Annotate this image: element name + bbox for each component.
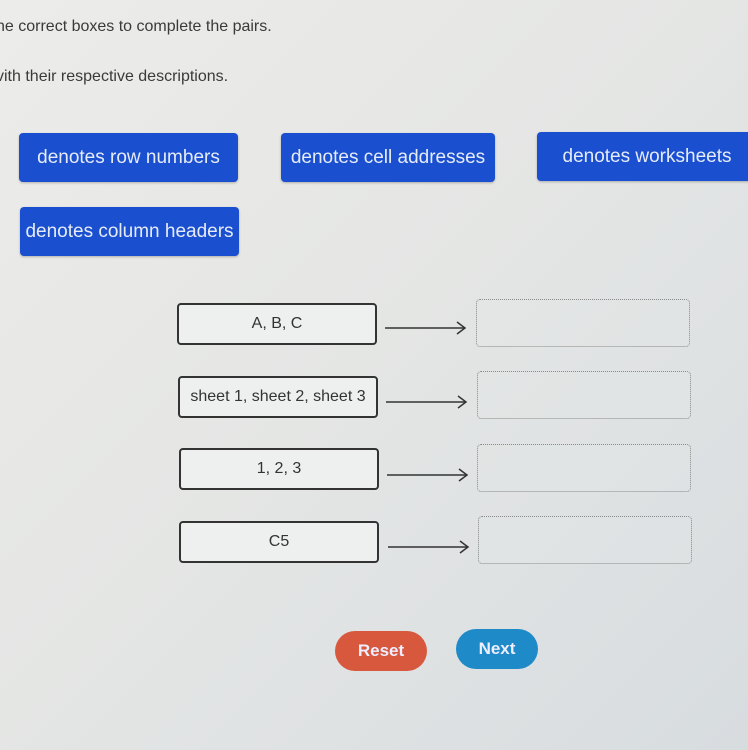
instruction-line-2: vith their respective descriptions. xyxy=(0,68,229,85)
term-box: sheet 1, sheet 2, sheet 3 xyxy=(178,376,378,418)
draggable-tile-cell-addresses[interactable]: denotes cell addresses xyxy=(281,133,495,182)
arrow-right-icon xyxy=(387,468,469,482)
drop-target-box[interactable] xyxy=(477,371,691,419)
arrow-right-icon xyxy=(388,540,470,554)
instruction-line-1: ne correct boxes to complete the pairs. xyxy=(0,18,272,35)
drop-target-box[interactable] xyxy=(477,444,691,492)
draggable-tile-column-headers[interactable]: denotes column headers xyxy=(20,207,239,256)
reset-button[interactable]: Reset xyxy=(335,631,427,671)
next-button[interactable]: Next xyxy=(456,629,538,669)
arrow-right-icon xyxy=(386,395,468,409)
draggable-tile-row-numbers[interactable]: denotes row numbers xyxy=(19,133,238,182)
term-box: A, B, C xyxy=(177,303,377,345)
arrow-right-icon xyxy=(385,321,467,335)
draggable-tile-worksheets[interactable]: denotes worksheets xyxy=(537,132,748,181)
term-box: 1, 2, 3 xyxy=(179,448,379,490)
drop-target-box[interactable] xyxy=(478,516,692,564)
drop-target-box[interactable] xyxy=(476,299,690,347)
term-box: C5 xyxy=(179,521,379,563)
